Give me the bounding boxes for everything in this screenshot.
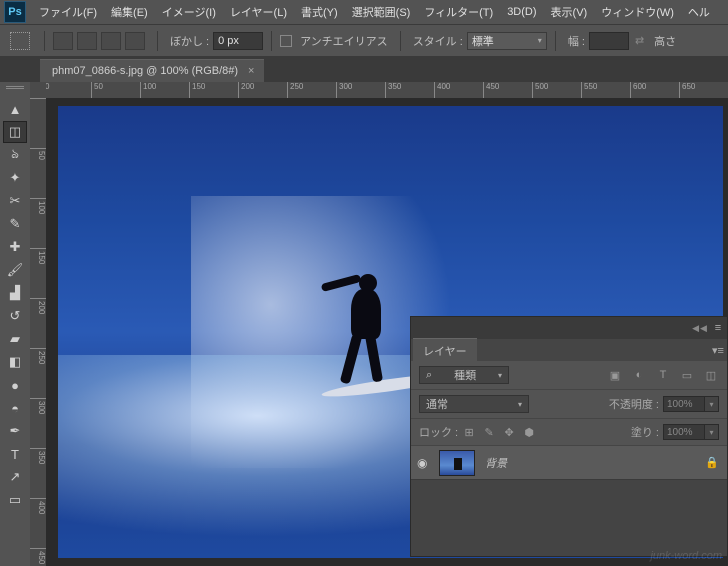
style-select[interactable]: 標準 ▾ bbox=[467, 32, 547, 50]
width-label: 幅 : bbox=[568, 33, 585, 49]
path-tool-icon[interactable]: ↗ bbox=[3, 466, 27, 488]
menu-select[interactable]: 選択範囲(S) bbox=[345, 0, 418, 24]
layers-panel: ◀◀ ≡ レイヤー ▾≡ ⌕ 種類 ▾ ▣ ◐ T ▭ ◫ 通常 ▾ 不透明度 … bbox=[410, 316, 728, 557]
menu-file[interactable]: ファイル(F) bbox=[32, 0, 104, 24]
menu-3d[interactable]: 3D(D) bbox=[500, 2, 543, 22]
menu-filter[interactable]: フィルター(T) bbox=[417, 0, 500, 24]
menu-window[interactable]: ウィンドウ(W) bbox=[594, 0, 681, 24]
layer-list: ◉ 背景 🔒 bbox=[411, 446, 727, 556]
fill-dropdown-icon[interactable]: ▾ bbox=[705, 424, 719, 440]
style-label: スタイル : bbox=[413, 33, 463, 49]
toolbox: ▲ ◫ ঌ ✦ ✂ ✎ ✚ 🖌 ▟ ↺ ▰ ◧ ● ◓ ✒ T ↗ ▭ bbox=[0, 82, 30, 566]
selection-intersect-icon[interactable] bbox=[125, 32, 145, 50]
layer-kind-filter[interactable]: ⌕ 種類 ▾ bbox=[419, 366, 509, 384]
document-tab-title: phm07_0866-s.jpg @ 100% (RGB/8#) bbox=[52, 65, 238, 77]
menu-help[interactable]: ヘル bbox=[681, 0, 717, 24]
lock-all-icon[interactable]: ⬢ bbox=[522, 425, 536, 439]
shape-tool-icon[interactable]: ▭ bbox=[3, 489, 27, 511]
filter-smart-icon[interactable]: ◫ bbox=[703, 368, 719, 382]
fill-input[interactable]: 100% bbox=[663, 424, 705, 440]
blur-tool-icon[interactable]: ● bbox=[3, 374, 27, 396]
layers-panel-header[interactable]: ◀◀ ≡ bbox=[411, 317, 727, 339]
menu-type[interactable]: 書式(Y) bbox=[294, 0, 345, 24]
menu-view[interactable]: 表示(V) bbox=[544, 0, 595, 24]
feather-input[interactable] bbox=[213, 32, 263, 50]
toolbox-handle-icon[interactable] bbox=[3, 86, 27, 94]
crop-tool-icon[interactable]: ✂ bbox=[3, 190, 27, 212]
options-bar: ぼかし : アンチエイリアス スタイル : 標準 ▾ 幅 : ⇄ 高さ bbox=[0, 24, 728, 56]
document-tab[interactable]: phm07_0866-s.jpg @ 100% (RGB/8#) × bbox=[40, 59, 264, 82]
blend-mode-value: 通常 bbox=[426, 396, 448, 412]
style-value: 標準 bbox=[472, 33, 494, 49]
panel-menu-icon[interactable]: ≡ bbox=[709, 322, 727, 334]
dodge-tool-icon[interactable]: ◓ bbox=[3, 397, 27, 419]
pen-tool-icon[interactable]: ✒ bbox=[3, 420, 27, 442]
lock-brush-icon[interactable]: ✎ bbox=[482, 425, 496, 439]
opacity-dropdown-icon[interactable]: ▾ bbox=[705, 396, 719, 412]
layer-row[interactable]: ◉ 背景 🔒 bbox=[411, 446, 727, 480]
width-input[interactable] bbox=[589, 32, 629, 50]
layer-name[interactable]: 背景 bbox=[485, 455, 705, 471]
ruler-horizontal: 050100150200250300350400450500550600650 bbox=[42, 82, 728, 98]
ruler-vertical: 50100150200250300350400450 bbox=[30, 82, 46, 566]
lock-pixels-icon[interactable]: ⊞ bbox=[462, 425, 476, 439]
menu-image[interactable]: イメージ(I) bbox=[155, 0, 223, 24]
heal-tool-icon[interactable]: ✚ bbox=[3, 236, 27, 258]
type-tool-icon[interactable]: T bbox=[3, 443, 27, 465]
chevron-down-icon: ▾ bbox=[518, 400, 522, 409]
layer-kind-label: 種類 bbox=[454, 367, 476, 383]
blend-opacity-row: 通常 ▾ 不透明度 : 100% ▾ bbox=[411, 390, 727, 419]
panel-collapse-icon[interactable]: ◀◀ bbox=[691, 323, 709, 334]
chevron-down-icon: ▾ bbox=[498, 371, 502, 380]
history-brush-tool-icon[interactable]: ↺ bbox=[3, 305, 27, 327]
lock-fill-row: ロック : ⊞ ✎ ✥ ⬢ 塗り : 100% ▾ bbox=[411, 419, 727, 446]
layer-thumbnail[interactable] bbox=[439, 450, 475, 476]
ps-logo: Ps bbox=[4, 1, 26, 23]
layers-panel-tabs: レイヤー ▾≡ bbox=[411, 339, 727, 361]
filter-pixel-icon[interactable]: ▣ bbox=[607, 368, 623, 382]
close-icon[interactable]: × bbox=[248, 65, 254, 77]
selection-add-icon[interactable] bbox=[77, 32, 97, 50]
menu-layer[interactable]: レイヤー(L) bbox=[223, 0, 294, 24]
height-label: 高さ bbox=[654, 33, 676, 49]
link-dims-icon[interactable]: ⇄ bbox=[635, 34, 644, 47]
selection-subtract-icon[interactable] bbox=[101, 32, 121, 50]
antialias-checkbox[interactable] bbox=[280, 35, 292, 47]
opacity-input[interactable]: 100% bbox=[663, 396, 705, 412]
feather-label: ぼかし : bbox=[170, 33, 209, 49]
wand-tool-icon[interactable]: ✦ bbox=[3, 167, 27, 189]
stamp-tool-icon[interactable]: ▟ bbox=[3, 282, 27, 304]
eyedropper-tool-icon[interactable]: ✎ bbox=[3, 213, 27, 235]
layers-tab[interactable]: レイヤー bbox=[413, 338, 477, 363]
chevron-down-icon: ▾ bbox=[538, 36, 542, 45]
gradient-tool-icon[interactable]: ◧ bbox=[3, 351, 27, 373]
blend-mode-select[interactable]: 通常 ▾ bbox=[419, 395, 529, 413]
layer-filter-row: ⌕ 種類 ▾ ▣ ◐ T ▭ ◫ bbox=[411, 361, 727, 390]
filter-adjust-icon[interactable]: ◐ bbox=[631, 368, 647, 382]
tool-preset-icon[interactable] bbox=[10, 32, 30, 50]
visibility-icon[interactable]: ◉ bbox=[417, 456, 433, 470]
document-tab-row: phm07_0866-s.jpg @ 100% (RGB/8#) × bbox=[0, 56, 728, 82]
panel-flyout-icon[interactable]: ▾≡ bbox=[709, 344, 727, 357]
lock-position-icon[interactable]: ✥ bbox=[502, 425, 516, 439]
menu-bar: Ps ファイル(F) 編集(E) イメージ(I) レイヤー(L) 書式(Y) 選… bbox=[0, 0, 728, 24]
selection-new-icon[interactable] bbox=[53, 32, 73, 50]
opacity-label: 不透明度 : bbox=[609, 396, 659, 412]
brush-tool-icon[interactable]: 🖌 bbox=[3, 259, 27, 281]
menu-edit[interactable]: 編集(E) bbox=[104, 0, 155, 24]
lasso-tool-icon[interactable]: ঌ bbox=[3, 144, 27, 166]
layer-lock-icon: 🔒 bbox=[705, 456, 719, 469]
search-icon: ⌕ bbox=[426, 369, 432, 382]
move-tool-icon[interactable]: ▲ bbox=[3, 98, 27, 120]
marquee-tool-icon[interactable]: ◫ bbox=[3, 121, 27, 143]
watermark: junk-word.com bbox=[650, 550, 722, 562]
filter-shape-icon[interactable]: ▭ bbox=[679, 368, 695, 382]
antialias-label: アンチエイリアス bbox=[300, 33, 388, 49]
eraser-tool-icon[interactable]: ▰ bbox=[3, 328, 27, 350]
fill-label: 塗り : bbox=[631, 424, 659, 440]
lock-label: ロック : bbox=[419, 424, 458, 440]
filter-type-icon[interactable]: T bbox=[655, 368, 671, 382]
